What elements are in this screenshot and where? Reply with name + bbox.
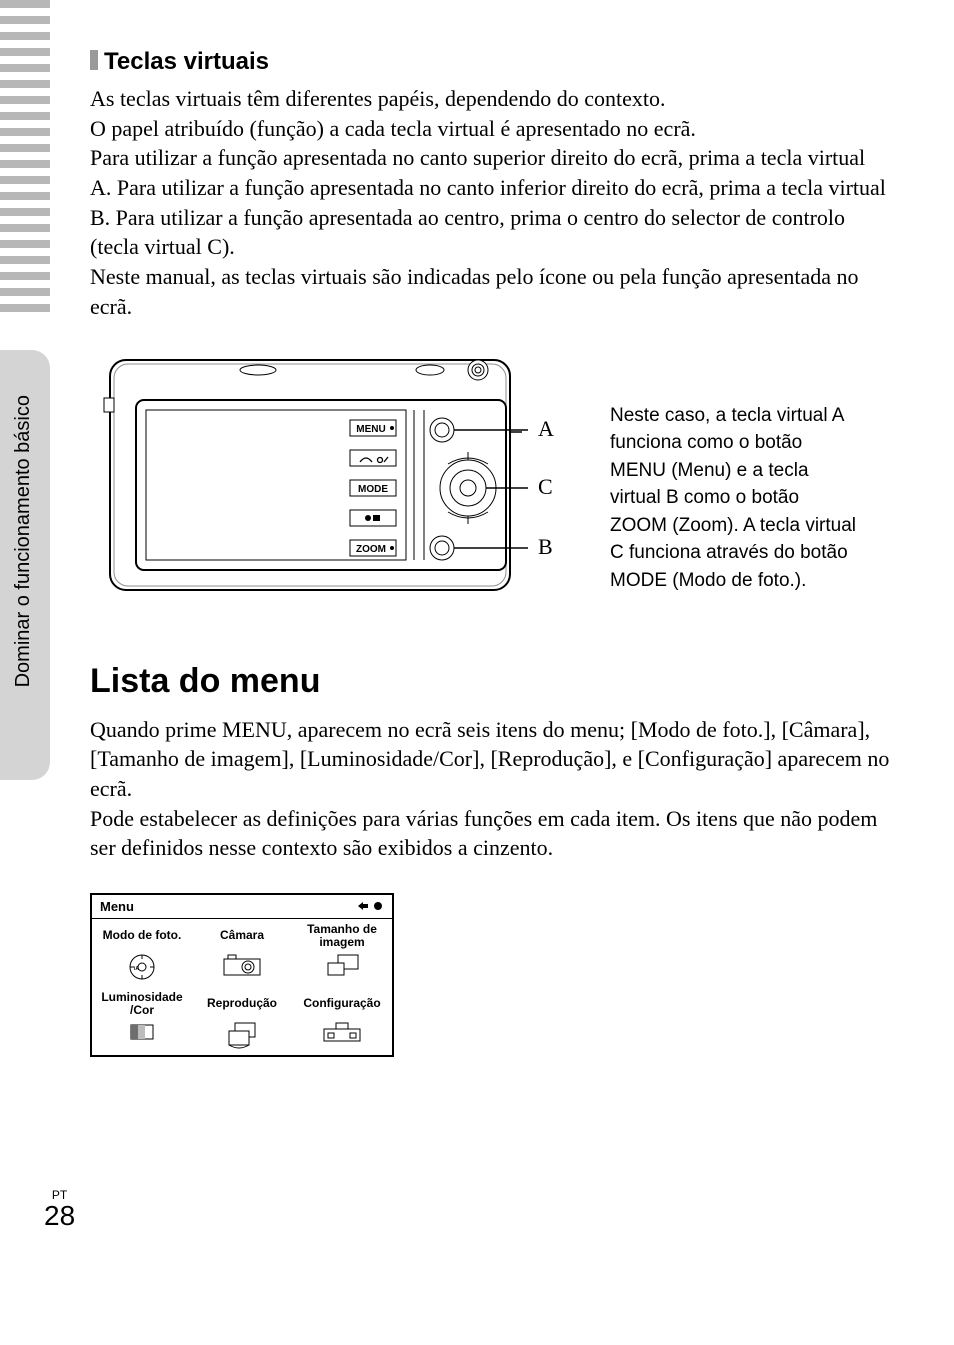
diagram-label-b: B — [538, 534, 553, 559]
s1-p2: O papel atribuído (função) a cada tecla … — [90, 116, 696, 141]
mode-dial-icon: iA — [125, 953, 159, 981]
section-heading-teclas: Teclas virtuais — [90, 48, 890, 76]
s1-p3: Para utilizar a função apresentada no ca… — [90, 145, 886, 259]
diagram-label-c: C — [538, 474, 553, 499]
diagram-caption: Neste caso, a tecla virtual A funciona c… — [610, 402, 860, 595]
menu-item-luminosidade: Luminosidade /Cor — [92, 987, 192, 1055]
menu-title: Menu — [100, 899, 134, 914]
menu-item-config: Configuração — [292, 987, 392, 1055]
margin-stripes — [0, 0, 50, 320]
diagram-btn-menu: MENU — [356, 424, 385, 435]
s1-p1: As teclas virtuais têm diferentes papéis… — [90, 86, 666, 111]
menu-item-camara: Câmara — [192, 919, 292, 987]
camera-icon — [222, 953, 262, 977]
svg-text:iA: iA — [134, 966, 139, 972]
section2-body: Quando prime MENU, aparecem no ecrã seis… — [90, 715, 890, 863]
diagram-label-a: A — [538, 416, 554, 441]
menu-screenshot: Menu Modo de foto. iA Câmara Tamanho de … — [90, 893, 394, 1057]
heading-text: Teclas virtuais — [104, 48, 269, 75]
playback-icon — [223, 1021, 261, 1049]
section-heading-lista: Lista do menu — [90, 662, 890, 701]
menu-item-reproducao: Reprodução — [192, 987, 292, 1055]
setup-toolbox-icon — [320, 1021, 364, 1043]
side-section-label: Dominar o funcionamento básico — [12, 395, 35, 687]
menu-title-icons — [356, 900, 384, 912]
s2-p2: Pode estabelecer as definições para vári… — [90, 806, 877, 861]
footer-page-number: 28 — [44, 1202, 75, 1230]
page-footer: PT 28 — [44, 1188, 75, 1230]
s1-p4: Neste manual, as teclas virtuais são ind… — [90, 264, 859, 319]
diagram-btn-zoom: ZOOM — [356, 544, 386, 555]
s2-p1: Quando prime MENU, aparecem no ecrã seis… — [90, 717, 889, 801]
section1-body: As teclas virtuais têm diferentes papéis… — [90, 84, 890, 322]
menu-item-modo: Modo de foto. iA — [92, 919, 192, 987]
brightness-color-icon — [127, 1021, 157, 1043]
image-size-icon — [324, 953, 360, 979]
camera-diagram: MENU MODE ZOOM — [90, 352, 560, 602]
menu-item-tamanho: Tamanho de imagem — [292, 919, 392, 987]
diagram-btn-mode: MODE — [358, 484, 388, 495]
